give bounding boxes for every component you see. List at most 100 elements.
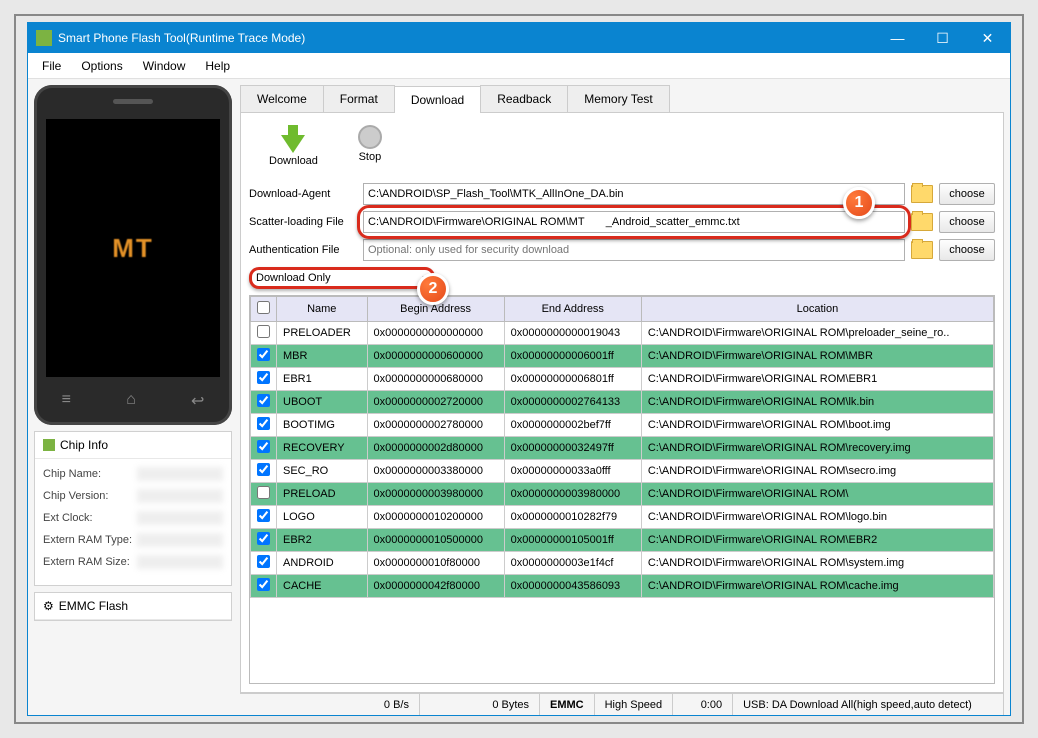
row-checkbox[interactable] — [257, 371, 270, 384]
phone-logo-text: MT — [112, 233, 154, 264]
choose-da-button[interactable]: choose — [939, 183, 995, 205]
cell-location: C:\ANDROID\Firmware\ORIGINAL ROM\boot.im… — [641, 414, 993, 437]
row-checkbox[interactable] — [257, 463, 270, 476]
partition-table[interactable]: Name Begin Address End Address Location … — [249, 295, 995, 684]
scatter-file-input[interactable] — [363, 211, 905, 233]
maximize-button[interactable]: ☐ — [920, 23, 965, 53]
chip-row-label: Chip Name: — [43, 468, 133, 480]
tab-download[interactable]: Download — [394, 86, 481, 113]
chip-row-label: Ext Clock: — [43, 512, 133, 524]
col-name[interactable]: Name — [277, 297, 368, 322]
chip-row-value — [137, 511, 223, 525]
folder-icon — [911, 213, 933, 231]
table-row[interactable]: BOOTIMG0x00000000027800000x0000000002bef… — [251, 414, 994, 437]
tab-readback[interactable]: Readback — [480, 85, 568, 112]
row-checkbox[interactable] — [257, 440, 270, 453]
cell-end: 0x00000000032497ff — [504, 437, 641, 460]
row-checkbox[interactable] — [257, 509, 270, 522]
table-row[interactable]: PRELOAD0x00000000039800000x0000000003980… — [251, 483, 994, 506]
row-checkbox[interactable] — [257, 532, 270, 545]
table-row[interactable]: PRELOADER0x00000000000000000x00000000000… — [251, 322, 994, 345]
tab-welcome[interactable]: Welcome — [240, 85, 324, 112]
menubar: File Options Window Help — [28, 53, 1010, 79]
phone-nav-buttons: ≡ ⌂ ↩ — [34, 391, 232, 411]
emmc-flash-header[interactable]: ⚙ EMMC Flash — [35, 593, 231, 620]
choose-scatter-button[interactable]: choose — [939, 211, 995, 233]
tab-memory-test[interactable]: Memory Test — [567, 85, 669, 112]
download-agent-input[interactable] — [363, 183, 905, 205]
menu-window[interactable]: Window — [133, 55, 196, 77]
menu-file[interactable]: File — [32, 55, 71, 77]
row-checkbox-cell[interactable] — [251, 483, 277, 506]
col-end[interactable]: End Address — [504, 297, 641, 322]
cell-location: C:\ANDROID\Firmware\ORIGINAL ROM\preload… — [641, 322, 993, 345]
table-row[interactable]: CACHE0x0000000042f800000x000000004358609… — [251, 575, 994, 598]
row-checkbox[interactable] — [257, 486, 270, 499]
row-checkbox-cell[interactable] — [251, 437, 277, 460]
status-mode: High Speed — [595, 694, 674, 715]
menu-help[interactable]: Help — [195, 55, 240, 77]
col-location[interactable]: Location — [641, 297, 993, 322]
chip-info-row: Chip Name: — [43, 467, 223, 481]
row-checkbox-cell[interactable] — [251, 345, 277, 368]
tab-format[interactable]: Format — [323, 85, 395, 112]
row-checkbox[interactable] — [257, 348, 270, 361]
row-checkbox-cell[interactable] — [251, 529, 277, 552]
stop-button[interactable]: Stop — [358, 125, 382, 167]
download-button[interactable]: Download — [269, 125, 318, 167]
table-row[interactable]: MBR0x00000000006000000x00000000006001ffC… — [251, 345, 994, 368]
cell-end: 0x0000000002bef7ff — [504, 414, 641, 437]
table-row[interactable]: ANDROID0x0000000010f800000x0000000003e1f… — [251, 552, 994, 575]
cell-end: 0x0000000003e1f4cf — [504, 552, 641, 575]
phone-preview: MT ≡ ⌂ ↩ — [34, 85, 232, 425]
table-row[interactable]: EBR20x00000000105000000x00000000105001ff… — [251, 529, 994, 552]
minimize-button[interactable]: — — [875, 23, 920, 53]
row-checkbox[interactable] — [257, 325, 270, 338]
choose-auth-button[interactable]: choose — [939, 239, 995, 261]
row-checkbox[interactable] — [257, 394, 270, 407]
callout-1: 1 — [843, 187, 875, 219]
chip-info-row: Chip Version: — [43, 489, 223, 503]
download-tab-content: Download Stop Download-Agent choose Scat… — [240, 113, 1004, 693]
row-checkbox-cell[interactable] — [251, 552, 277, 575]
chip-row-value — [137, 467, 223, 481]
cell-location: C:\ANDROID\Firmware\ORIGINAL ROM\EBR2 — [641, 529, 993, 552]
row-checkbox[interactable] — [257, 578, 270, 591]
cell-name: CACHE — [277, 575, 368, 598]
menu-options[interactable]: Options — [71, 55, 132, 77]
download-mode-select[interactable]: Download Only ▾ — [249, 267, 435, 289]
cell-name: RECOVERY — [277, 437, 368, 460]
row-checkbox-cell[interactable] — [251, 368, 277, 391]
table-row[interactable]: SEC_RO0x00000000033800000x00000000033a0f… — [251, 460, 994, 483]
table-row[interactable]: LOGO0x00000000102000000x0000000010282f79… — [251, 506, 994, 529]
chip-info-header[interactable]: Chip Info — [35, 432, 231, 459]
cell-end: 0x00000000105001ff — [504, 529, 641, 552]
gear-icon: ⚙ — [43, 599, 54, 613]
row-checkbox[interactable] — [257, 417, 270, 430]
row-checkbox-cell[interactable] — [251, 322, 277, 345]
row-checkbox-cell[interactable] — [251, 460, 277, 483]
chip-row-value — [137, 489, 223, 503]
table-row[interactable]: RECOVERY0x0000000002d800000x000000000324… — [251, 437, 994, 460]
table-row[interactable]: UBOOT0x00000000027200000x000000000276413… — [251, 391, 994, 414]
row-checkbox-cell[interactable] — [251, 391, 277, 414]
cell-name: LOGO — [277, 506, 368, 529]
row-checkbox[interactable] — [257, 555, 270, 568]
row-checkbox-cell[interactable] — [251, 575, 277, 598]
folder-icon — [911, 241, 933, 259]
close-button[interactable]: ✕ — [965, 23, 1010, 53]
row-checkbox-cell[interactable] — [251, 506, 277, 529]
col-checkbox[interactable] — [251, 297, 277, 322]
cell-begin: 0x0000000002d80000 — [367, 437, 504, 460]
table-row[interactable]: EBR10x00000000006800000x00000000006801ff… — [251, 368, 994, 391]
cell-begin: 0x0000000010f80000 — [367, 552, 504, 575]
titlebar[interactable]: Smart Phone Flash Tool(Runtime Trace Mod… — [28, 23, 1010, 53]
cell-name: MBR — [277, 345, 368, 368]
cell-begin: 0x0000000010200000 — [367, 506, 504, 529]
row-checkbox-cell[interactable] — [251, 414, 277, 437]
cell-location: C:\ANDROID\Firmware\ORIGINAL ROM\system.… — [641, 552, 993, 575]
cell-name: EBR1 — [277, 368, 368, 391]
chip-row-label: Extern RAM Type: — [43, 534, 133, 546]
auth-file-input[interactable] — [363, 239, 905, 261]
cell-end: 0x00000000006801ff — [504, 368, 641, 391]
